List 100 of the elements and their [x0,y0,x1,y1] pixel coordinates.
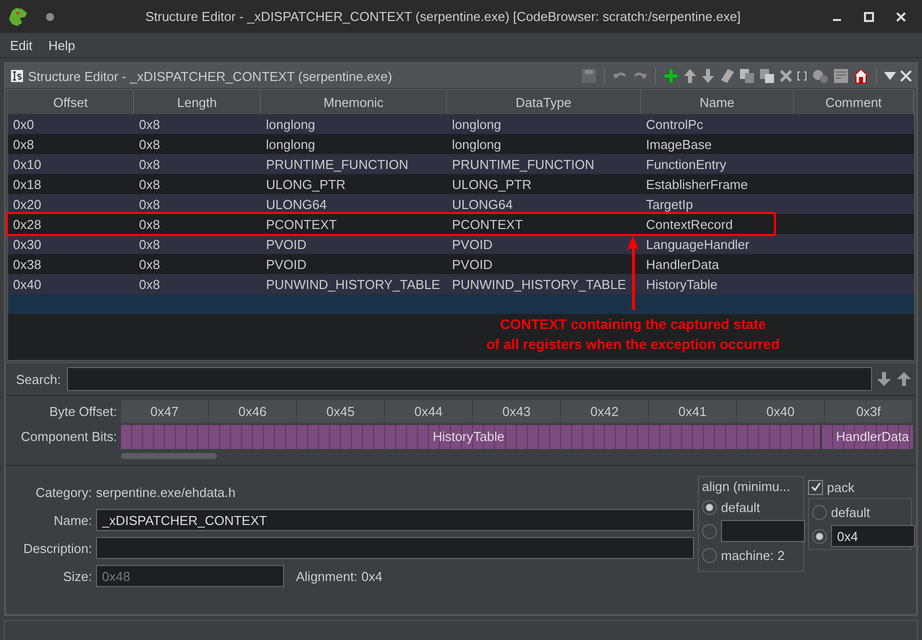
annotation-text: of all registers when the exception occurred [486,335,780,354]
pack-value-field[interactable]: 0x4 [831,525,915,547]
table-cell-text: PRUNTIME_FUNCTION [451,156,596,174]
alignment-field[interactable] [721,520,805,542]
plus-icon[interactable] [663,68,679,84]
radio-button[interactable] [702,524,717,538]
structure-icon [10,69,24,83]
maximize-icon[interactable] [864,12,874,22]
table-cell-text: 0x38 [12,256,42,274]
table-cell-text: 0x18 [12,176,42,194]
table-cell-text: 0x8 [138,276,161,294]
description-label: Description: [22,540,92,556]
table-cell-text: PVOID [265,256,308,274]
byte-offset-cell: 0x43 [473,400,561,423]
table-cell-text: PVOID [265,236,308,254]
dropdown-caret-icon[interactable] [884,72,896,80]
home-icon[interactable] [853,68,869,84]
table-cell-text: longlong [265,136,316,154]
table-cell-text: TargetIp [645,196,694,214]
table-cell-text: PUNWIND_HISTORY_TABLE [265,276,442,294]
menu-item[interactable]: Edit [10,38,32,52]
byte-offset-cell: 0x46 [209,400,297,423]
table-cell-text: PCONTEXT [451,216,524,234]
table-cell-text: PUNWIND_HISTORY_TABLE [451,276,628,294]
byte-offset-cell: 0x42 [561,400,649,423]
table-cell-text: 0x8 [138,116,161,134]
down-arrow-icon[interactable] [701,68,715,84]
table-cell-text: HandlerData [645,256,720,274]
radio-button[interactable] [702,500,717,514]
table-cell-text: longlong [265,116,316,134]
option-label: default [831,504,870,520]
radio-button[interactable] [812,504,827,520]
table-cell-text: EstablisherFrame [645,176,749,194]
component-bits-segment[interactable]: HistoryTable [121,424,822,448]
table-cell-text: ULONG64 [265,196,328,214]
byte-offset-cell: 0x44 [385,400,473,423]
table-cell-text: PVOID [451,256,494,274]
down-arrow-icon[interactable] [876,371,892,387]
table-cell-text: 0x28 [12,216,42,234]
byte-offset-cell: 0x3f [825,400,913,423]
table-cell-text: 0x40 [12,276,42,294]
table-cell-text: 0x8 [12,136,35,154]
search-field[interactable] [66,367,872,391]
scrollbar-thumb[interactable] [121,453,217,459]
name-label: Name: [52,512,92,528]
category-label: Category: [34,484,92,500]
radio-button[interactable] [812,528,827,544]
table-cell-text: 0x0 [12,116,35,134]
category-value: serpentine.exe/ehdata.h [96,484,236,500]
close-icon[interactable] [896,12,906,22]
table-cell-text: 0x8 [138,156,161,174]
up-arrow-icon[interactable] [683,68,697,84]
gears-icon[interactable] [811,68,829,84]
table-cell-text: 0x20 [12,196,42,214]
table-cell-text: 0x8 [138,196,161,214]
option-label: default [721,500,760,514]
size-label: Size: [62,568,92,584]
window-dot-icon[interactable] [46,12,54,20]
description-field[interactable] [96,537,694,559]
table-cell-text: ULONG_PTR [451,176,532,194]
align-group-title: align (minimu... [702,479,792,494]
checkbox[interactable] [808,480,823,494]
brackets-icon[interactable] [797,71,807,81]
up-arrow-icon[interactable] [896,371,912,387]
component-bits-label: Component Bits: [20,429,118,444]
option-label: machine: 2 [721,548,785,562]
table-cell-text: PCONTEXT [265,216,338,234]
table-cell-text: LanguageHandler [645,236,750,254]
pack-label: pack [827,480,854,494]
annotation-text: CONTEXT containing the captured state [500,315,766,334]
paste-icon[interactable] [759,68,775,84]
table-cell-text: 0x8 [138,136,161,154]
table-cell-text: longlong [451,116,502,134]
table-cell-text: PVOID [451,236,494,254]
menu-item[interactable]: Help [48,38,76,52]
byte-offset-cell: 0x41 [649,400,737,423]
table-cell-text: ULONG_PTR [265,176,346,194]
close-icon[interactable] [900,70,912,82]
copy-icon[interactable] [739,68,755,84]
byte-offset-cell: 0x40 [737,400,825,423]
component-bits-segment[interactable]: HandlerData [822,424,913,448]
panel-title: Structure Editor - _xDISPATCHER_CONTEXT (serpentine.exe) [28,68,394,84]
table-cell-text: 0x8 [138,256,161,274]
name-field[interactable]: _xDISPATCHER_CONTEXT [96,509,694,531]
byte-offset-cell: 0x47 [121,400,209,423]
window-title: Structure Editor - _xDISPATCHER_CONTEXT (serpentine.exe) [CodeBrowser: scratch:/serpentine.exe] [144,9,742,24]
table-cell-text: ImageBase [645,136,713,154]
byte-offset-cell: 0x45 [297,400,385,423]
delete-icon[interactable] [779,69,793,83]
table-cell-text: 0x8 [138,216,161,234]
table-cell-text: ContextRecord [645,216,734,234]
search-label: Search: [15,372,62,386]
table-cell-text: ControlPc [645,116,704,134]
save-icon[interactable] [581,68,597,84]
table-cell-text: 0x10 [12,156,42,174]
table-cell-text: HistoryTable [645,276,719,294]
radio-button[interactable] [702,548,717,562]
table-cell-text: 0x8 [138,176,161,194]
alignment-value: 0x4 [361,568,382,584]
table-cell-text: ULONG64 [451,196,514,214]
